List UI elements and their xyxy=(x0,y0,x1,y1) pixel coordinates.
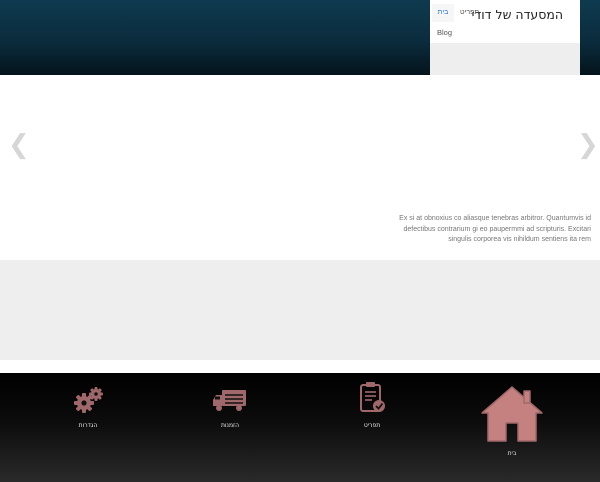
content-band xyxy=(0,260,600,360)
nav-tab-menu[interactable]: תפריט xyxy=(460,4,479,22)
dock-item-menu[interactable]: תפריט xyxy=(348,381,396,429)
dock-item-home[interactable]: בית xyxy=(476,383,548,457)
dock-label-home: בית xyxy=(507,450,517,457)
dock-label-orders: הזמנות xyxy=(220,422,240,429)
slide-caption: Ex si at obnoxius co aliasque tenebras a… xyxy=(399,215,591,243)
dock-label-settings: הגדרות xyxy=(78,422,98,429)
dock-item-settings[interactable]: הגדרות xyxy=(64,385,112,429)
slider-next-button[interactable]: ❯ xyxy=(577,130,599,160)
dock-item-orders[interactable]: הזמנות xyxy=(206,385,254,429)
house-icon xyxy=(481,386,543,442)
slider-prev-button[interactable]: ❮ xyxy=(8,130,30,160)
site-menu-top: המסעדה של דודי בית תפריט Blog xyxy=(430,0,580,43)
site-title[interactable]: המסעדה של דודי xyxy=(472,7,563,22)
chevron-left-icon: ❮ xyxy=(8,130,30,160)
site-menu-panel: המסעדה של דודי בית תפריט Blog xyxy=(430,0,580,75)
nav-link-blog[interactable]: Blog xyxy=(437,28,452,37)
dock-label-menu: תפריט xyxy=(363,422,381,429)
clipboard-check-icon xyxy=(360,382,385,412)
nav-tab-home[interactable]: בית xyxy=(432,4,454,22)
page: המסעדה של דודי בית תפריט Blog ❮ ❯ Ex si … xyxy=(0,0,600,482)
bottom-dock: הגדרות הזמנות תפריט בית xyxy=(0,373,600,482)
gears-icon xyxy=(74,387,103,413)
chevron-right-icon: ❯ xyxy=(577,130,599,160)
delivery-truck-icon xyxy=(213,390,246,411)
